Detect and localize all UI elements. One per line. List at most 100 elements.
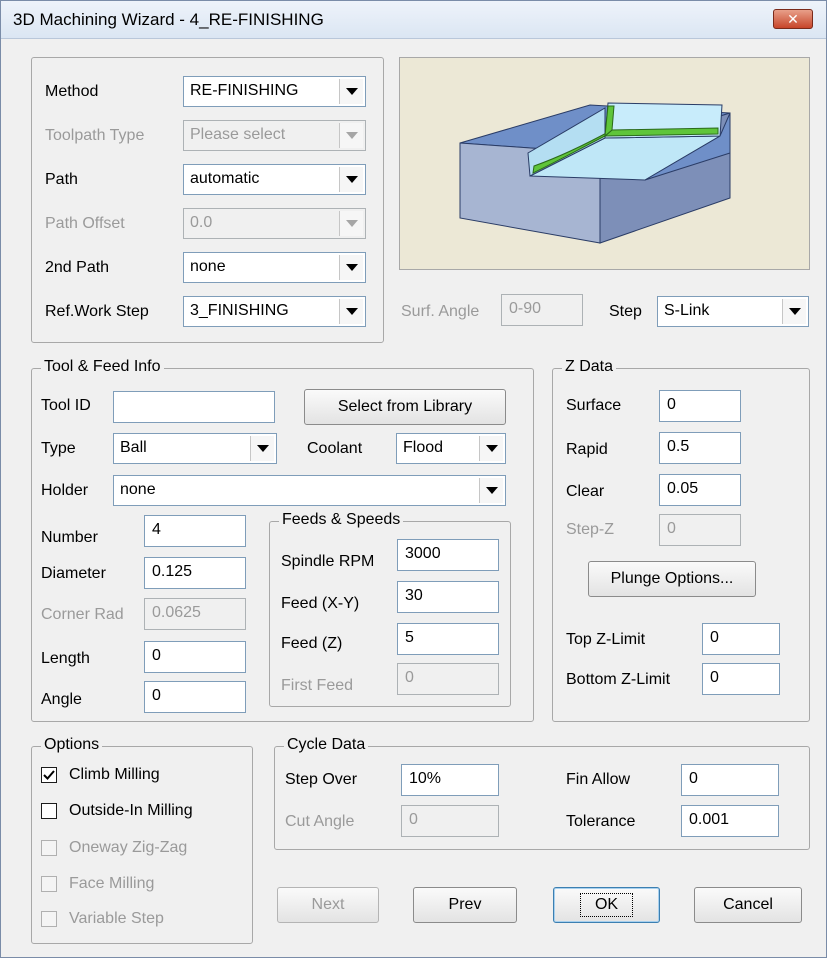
holder-label: Holder — [41, 482, 89, 499]
rapid-label: Rapid — [566, 441, 608, 458]
second-path-value: none — [190, 258, 226, 275]
clear-input[interactable]: 0.05 — [659, 474, 741, 506]
cancel-label: Cancel — [723, 896, 773, 913]
outside-in-milling-checkbox[interactable] — [41, 803, 57, 819]
tolerance-label: Tolerance — [566, 813, 636, 830]
select-from-library-button[interactable]: Select from Library — [304, 389, 506, 425]
method-value: RE-FINISHING — [190, 82, 299, 99]
step-over-label: Step Over — [285, 771, 358, 788]
path-value: automatic — [190, 170, 260, 187]
tool-feed-group-label: Tool & Feed Info — [41, 358, 164, 376]
toolpath-type-label: Toolpath Type — [45, 127, 145, 144]
fin-allow-input[interactable]: 0 — [681, 764, 779, 796]
first-feed-input: 0 — [397, 663, 499, 695]
step-z-label: Step-Z — [566, 521, 615, 538]
surf-angle-input: 0-90 — [501, 294, 583, 326]
climb-milling-label[interactable]: Climb Milling — [69, 766, 160, 784]
ref-work-step-select[interactable]: 3_FINISHING — [183, 296, 366, 327]
first-feed-label: First Feed — [281, 677, 354, 694]
feed-z-label: Feed (Z) — [281, 635, 343, 652]
chevron-down-icon[interactable] — [782, 299, 806, 324]
method-select[interactable]: RE-FINISHING — [183, 76, 366, 107]
chevron-down-icon[interactable] — [479, 436, 503, 461]
options-group-label: Options — [41, 736, 103, 754]
holder-value: none — [120, 481, 156, 498]
plunge-options-button[interactable]: Plunge Options... — [588, 561, 756, 597]
chevron-down-icon[interactable] — [339, 299, 363, 324]
second-path-select[interactable]: none — [183, 252, 366, 283]
feed-xy-label: Feed (X-Y) — [281, 595, 360, 612]
feed-z-input[interactable]: 5 — [397, 623, 499, 655]
top-z-limit-input[interactable]: 0 — [702, 623, 780, 655]
corner-rad-label: Corner Rad — [41, 606, 124, 623]
length-input[interactable]: 0 — [144, 641, 246, 673]
path-select[interactable]: automatic — [183, 164, 366, 195]
spindle-rpm-label: Spindle RPM — [281, 553, 375, 570]
ref-work-step-value: 3_FINISHING — [190, 302, 289, 319]
coolant-value: Flood — [403, 439, 444, 456]
number-input[interactable]: 4 — [144, 515, 246, 547]
ok-label: OK — [579, 893, 634, 917]
type-select[interactable]: Ball — [113, 433, 277, 464]
path-offset-label: Path Offset — [45, 215, 125, 232]
coolant-label: Coolant — [307, 440, 363, 457]
ref-work-step-label: Ref.Work Step — [45, 303, 149, 320]
prev-button[interactable]: Prev — [413, 887, 517, 923]
face-milling-checkbox — [41, 876, 57, 892]
variable-step-checkbox — [41, 911, 57, 927]
dialog-window: 3D Machining Wizard - 4_RE-FINISHING ✕ M… — [0, 0, 827, 958]
climb-milling-checkbox[interactable] — [41, 767, 57, 783]
second-path-label: 2nd Path — [45, 259, 110, 276]
oneway-zig-zag-checkbox — [41, 840, 57, 856]
spindle-rpm-input[interactable]: 3000 — [397, 539, 499, 571]
tool-id-label: Tool ID — [41, 397, 91, 414]
cancel-button[interactable]: Cancel — [694, 887, 802, 923]
close-button[interactable]: ✕ — [773, 9, 813, 29]
tolerance-input[interactable]: 0.001 — [681, 805, 779, 837]
rapid-input[interactable]: 0.5 — [659, 432, 741, 464]
diameter-input[interactable]: 0.125 — [144, 557, 246, 589]
checkmark-icon — [43, 770, 55, 780]
chevron-down-icon — [339, 123, 363, 148]
angle-input[interactable]: 0 — [144, 681, 246, 713]
toolpath-type-value: Please select — [190, 126, 286, 143]
next-label: Next — [311, 896, 345, 913]
variable-step-label: Variable Step — [69, 910, 164, 927]
face-milling-label: Face Milling — [69, 875, 155, 892]
chevron-down-icon[interactable] — [339, 79, 363, 104]
next-button: Next — [277, 887, 379, 923]
feed-xy-input[interactable]: 30 — [397, 581, 499, 613]
number-label: Number — [41, 529, 98, 546]
step-z-input: 0 — [659, 514, 741, 546]
plunge-options-label: Plunge Options... — [610, 570, 734, 587]
path-offset-value: 0.0 — [190, 214, 213, 231]
oneway-zig-zag-label: Oneway Zig-Zag — [69, 839, 188, 856]
chevron-down-icon[interactable] — [250, 436, 274, 461]
chevron-down-icon[interactable] — [479, 478, 503, 503]
bottom-z-limit-input[interactable]: 0 — [702, 663, 780, 695]
type-label: Type — [41, 440, 76, 457]
close-icon: ✕ — [787, 11, 799, 27]
cycle-data-group-label: Cycle Data — [284, 736, 369, 754]
surface-input[interactable]: 0 — [659, 390, 741, 422]
path-label: Path — [45, 171, 78, 188]
clear-label: Clear — [566, 483, 605, 500]
type-value: Ball — [120, 439, 147, 456]
chevron-down-icon[interactable] — [339, 255, 363, 280]
title-bar[interactable]: 3D Machining Wizard - 4_RE-FINISHING ✕ — [1, 1, 826, 39]
coolant-select[interactable]: Flood — [396, 433, 506, 464]
step-over-input[interactable]: 10% — [401, 764, 499, 796]
ok-button[interactable]: OK — [553, 887, 660, 923]
step-label: Step — [609, 303, 642, 320]
length-label: Length — [41, 650, 90, 667]
path-offset-select: 0.0 — [183, 208, 366, 239]
top-z-limit-label: Top Z-Limit — [566, 631, 646, 648]
chevron-down-icon[interactable] — [339, 167, 363, 192]
toolpath-type-select: Please select — [183, 120, 366, 151]
tool-id-input[interactable] — [113, 391, 275, 423]
step-select[interactable]: S-Link — [657, 296, 809, 327]
outside-in-milling-label[interactable]: Outside-In Milling — [69, 802, 193, 820]
holder-select[interactable]: none — [113, 475, 506, 506]
fin-allow-label: Fin Allow — [566, 771, 631, 788]
diameter-label: Diameter — [41, 565, 106, 582]
